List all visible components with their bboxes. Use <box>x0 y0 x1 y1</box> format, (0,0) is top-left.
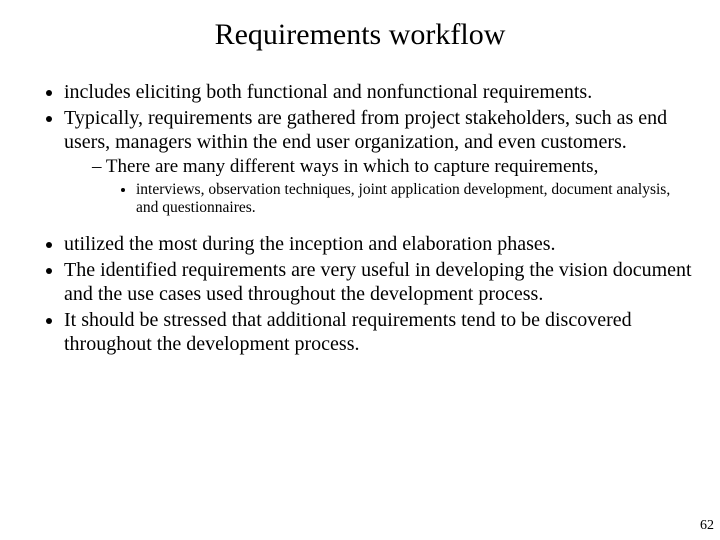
page-number: 62 <box>700 518 714 534</box>
bullet-text: utilized the most during the inception a… <box>64 233 556 255</box>
bullet-list: includes eliciting both functional and n… <box>28 80 692 218</box>
bullet-text: The identified requirements are very use… <box>64 259 692 305</box>
subsub-bullet-item: interviews, observation techniques, join… <box>136 181 692 218</box>
subsub-bullet-text: interviews, observation techniques, join… <box>136 181 670 217</box>
sub-bullet-list: There are many different ways in which t… <box>64 156 692 218</box>
subsub-bullet-list: interviews, observation techniques, join… <box>92 181 692 218</box>
slide-title: Requirements workflow <box>28 18 692 52</box>
bullet-list: utilized the most during the inception a… <box>28 232 692 356</box>
spacer <box>28 222 692 232</box>
bullet-text: Typically, requirements are gathered fro… <box>64 107 667 153</box>
bullet-text: includes eliciting both functional and n… <box>64 81 592 103</box>
sub-bullet-text: There are many different ways in which t… <box>106 156 598 177</box>
sub-bullet-item: There are many different ways in which t… <box>92 156 692 218</box>
bullet-item: Typically, requirements are gathered fro… <box>64 106 692 218</box>
slide: Requirements workflow includes eliciting… <box>0 0 720 540</box>
bullet-item: includes eliciting both functional and n… <box>64 80 692 104</box>
bullet-item: The identified requirements are very use… <box>64 258 692 306</box>
bullet-item: utilized the most during the inception a… <box>64 232 692 256</box>
bullet-text: It should be stressed that additional re… <box>64 309 632 355</box>
bullet-item: It should be stressed that additional re… <box>64 308 692 356</box>
